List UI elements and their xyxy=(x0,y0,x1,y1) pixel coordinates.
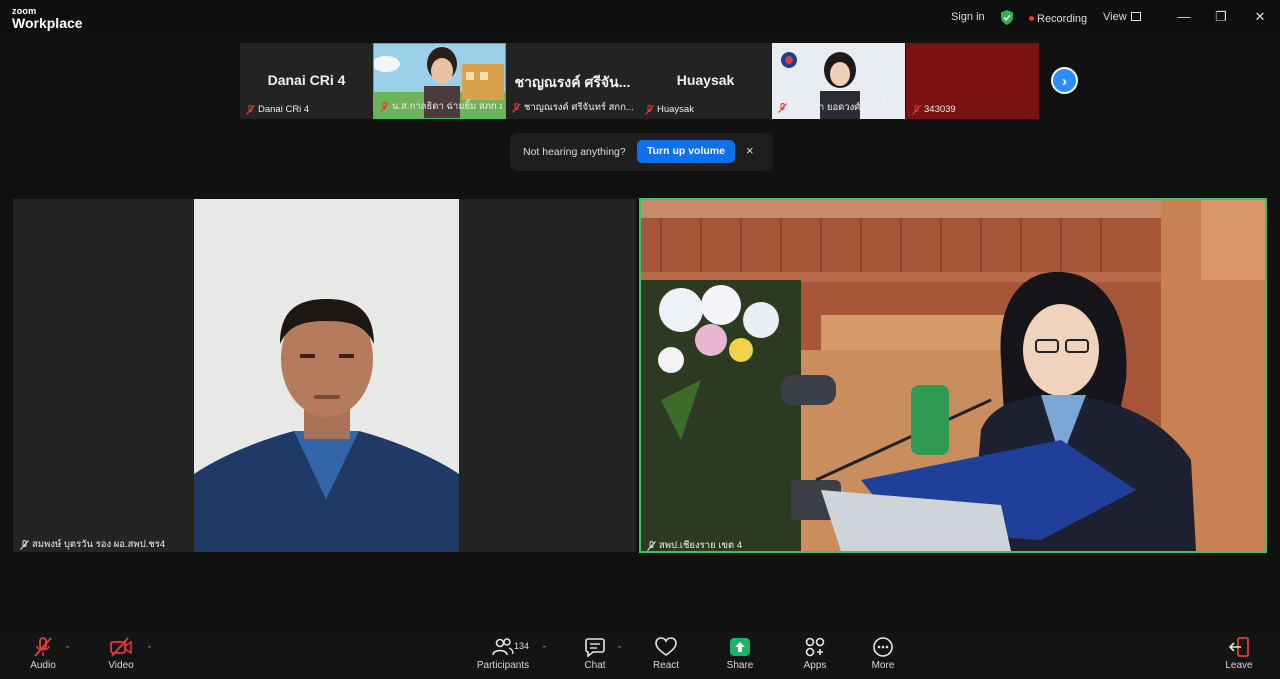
participant-name-tag: สมพงษ์ บุตรวัน รอง ผอ.สพป.ชร4 xyxy=(20,537,165,552)
recording-indicator[interactable]: Recording xyxy=(1037,13,1087,25)
filmstrip-tile[interactable]: 343039 xyxy=(906,43,1039,119)
participant-label-text: น.ส.กาลธิดา ฉ่ามยิ้ม สภก.ส... xyxy=(392,101,502,112)
share-button[interactable]: Share xyxy=(710,637,770,671)
more-button[interactable]: More xyxy=(853,637,913,671)
sign-in-link[interactable]: Sign in xyxy=(951,11,985,23)
participant-label: Danai CRi 4 xyxy=(246,104,309,115)
participant-video xyxy=(194,199,459,552)
mic-off-icon xyxy=(647,540,656,551)
minimize-button[interactable]: — xyxy=(1174,8,1194,26)
more-label: More xyxy=(871,660,895,671)
participant-label: ชาญณรงค์ ศรีจันทร์ สกก... xyxy=(512,100,634,115)
participant-name: Danai CRi 4 xyxy=(267,72,346,88)
filmstrip-tile[interactable]: Huaysak Huaysak xyxy=(639,43,772,119)
video-off-icon xyxy=(110,637,132,657)
participants-options-caret[interactable]: ˆ xyxy=(543,645,546,655)
audio-options-caret[interactable]: ˆ xyxy=(66,645,69,655)
leave-icon xyxy=(1228,637,1249,657)
participant-name-text: สพป.เชียงราย เขต 4 xyxy=(659,540,743,551)
participant-name: Huaysak xyxy=(676,72,735,88)
mic-off-icon xyxy=(20,539,29,550)
chat-label: Chat xyxy=(584,660,606,671)
meeting-toolbar: Audio ˆ Video ˆ 134 Participants ˆ Chat … xyxy=(0,631,1280,679)
chat-options-caret[interactable]: ˆ xyxy=(618,645,621,655)
audio-notification: Not hearing anything? Turn up volume × xyxy=(510,133,773,171)
leave-button[interactable]: Leave xyxy=(1209,637,1269,671)
apps-button[interactable]: Apps xyxy=(785,637,845,671)
participant-label-text: Danai CRi 4 xyxy=(258,104,310,115)
recording-dot-icon xyxy=(1029,16,1034,21)
close-window-button[interactable]: ✕ xyxy=(1250,8,1270,26)
participants-icon xyxy=(492,638,514,656)
title-bar: zoom Workplace Sign in Recording View — … xyxy=(0,0,1280,36)
mic-off-icon xyxy=(645,104,654,115)
mic-off-icon xyxy=(380,101,389,112)
main-video-right[interactable]: สพป.เชียงราย เขต 4 xyxy=(639,198,1267,553)
participant-name-text: สมพงษ์ บุตรวัน รอง ผอ.สพป.ชร4 xyxy=(32,539,166,550)
react-button[interactable]: React xyxy=(636,637,696,671)
participant-label-text: 343039 xyxy=(924,104,956,115)
participant-label: น.ส.กาลธิดา ฉ่ามยิ้ม สภก.ส... xyxy=(380,99,502,114)
video-label: Video xyxy=(108,660,134,671)
audio-button[interactable]: Audio xyxy=(13,637,73,671)
participant-label-text: Huaysak xyxy=(657,104,694,115)
apps-icon xyxy=(805,637,825,657)
leave-label: Leave xyxy=(1225,660,1253,671)
participant-name-tag: สพป.เชียงราย เขต 4 xyxy=(647,538,743,551)
participant-label-text: ชาญณรงค์ ศรีจันทร์ สกก... xyxy=(524,102,634,113)
apps-label: Apps xyxy=(803,660,827,671)
brand-logo-workplace: Workplace xyxy=(12,15,83,31)
chat-icon xyxy=(585,638,605,657)
share-label: Share xyxy=(726,660,754,671)
shield-icon[interactable] xyxy=(1000,10,1014,25)
mic-off-icon xyxy=(912,104,921,115)
participant-video xyxy=(641,200,1265,551)
more-icon xyxy=(873,637,893,657)
participant-label: Huaysak xyxy=(645,104,694,115)
notification-text: Not hearing anything? xyxy=(523,146,626,158)
participant-label-text: ปณฑิตา ยอดวงศ์ โรงเรียน... xyxy=(790,102,900,113)
chevron-right-icon[interactable]: › xyxy=(1051,67,1078,94)
filmstrip-tile[interactable]: น.ส.กาลธิดา ฉ่ามยิ้ม สภก.ส... xyxy=(373,43,506,119)
mic-off-icon xyxy=(246,104,255,115)
view-grid-icon[interactable] xyxy=(1131,12,1141,21)
participants-label: Participants xyxy=(476,660,530,671)
participant-label: 343039 xyxy=(912,104,956,115)
filmstrip-tile[interactable]: Danai CRi 4 Danai CRi 4 xyxy=(240,43,373,119)
turn-up-volume-button[interactable]: Turn up volume xyxy=(637,140,735,163)
view-menu-button[interactable]: View xyxy=(1103,11,1127,23)
react-label: React xyxy=(652,660,680,671)
participant-label: ปณฑิตา ยอดวงศ์ โรงเรียน... xyxy=(778,100,900,115)
participant-name: ชาญณรงค์ ศรีจัน... xyxy=(514,74,631,90)
video-button[interactable]: Video xyxy=(91,637,151,671)
participants-button[interactable]: 134 Participants xyxy=(473,637,533,671)
share-icon xyxy=(730,638,750,656)
mic-off-icon xyxy=(778,102,787,113)
audio-label: Audio xyxy=(30,660,56,671)
chat-button[interactable]: Chat xyxy=(565,637,625,671)
video-options-caret[interactable]: ˆ xyxy=(148,645,151,655)
mic-off-icon xyxy=(34,637,52,657)
filmstrip-tile[interactable]: ปณฑิตา ยอดวงศ์ โรงเรียน... xyxy=(772,43,905,119)
restore-button[interactable]: ❐ xyxy=(1211,8,1231,26)
react-icon xyxy=(655,637,677,656)
mic-off-icon xyxy=(512,102,521,113)
participants-count: 134 xyxy=(514,641,530,651)
filmstrip-tile[interactable]: ชาญณรงค์ ศรีจัน... ชาญณรงค์ ศรีจันทร์ สก… xyxy=(506,43,639,119)
close-icon[interactable]: × xyxy=(746,143,754,158)
main-video-left[interactable]: สมพงษ์ บุตรวัน รอง ผอ.สพป.ชร4 xyxy=(13,199,636,552)
